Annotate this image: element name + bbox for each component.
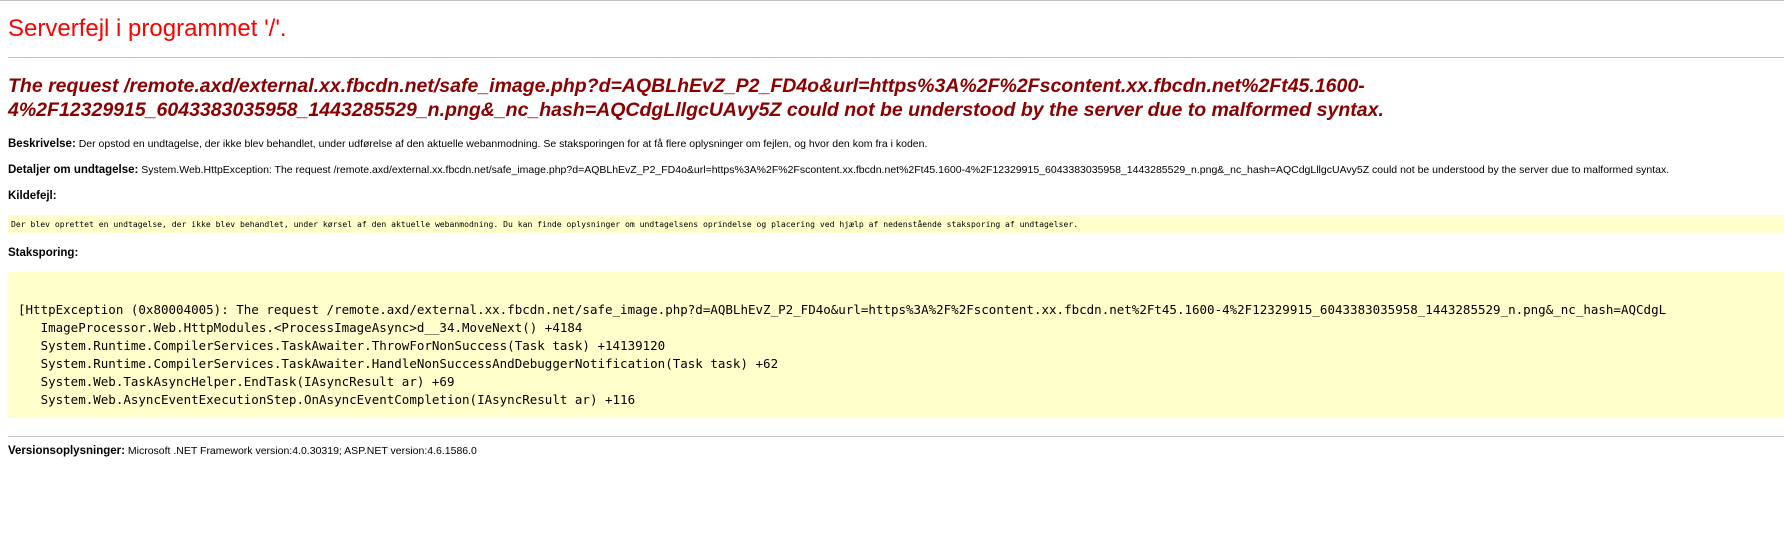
description-section: Beskrivelse: Der opstod en undtagelse, d… (8, 137, 927, 151)
exception-details-text: System.Web.HttpException: The request /r… (141, 164, 1670, 176)
stack-trace-box[interactable]: [HttpException (0x80004005): The request… (8, 272, 1784, 418)
stack-trace-line: System.Web.TaskAsyncHelper.EndTask(IAsyn… (18, 374, 455, 389)
version-info-text: Microsoft .NET Framework version:4.0.303… (127, 445, 477, 457)
exception-details-section: Detaljer om undtagelse: System.Web.HttpE… (8, 163, 1669, 177)
source-error-box: Der blev oprettet en undtagelse, der ikk… (8, 215, 1784, 233)
stack-trace-line: ImageProcessor.Web.HttpModules.<ProcessI… (18, 320, 583, 335)
footer-divider (8, 436, 1784, 437)
stack-trace-label: Staksporing: (8, 247, 79, 259)
version-info-section: Versionsoplysninger: Microsoft .NET Fram… (8, 444, 477, 458)
description-text: Der opstod en undtagelse, der ikke blev … (78, 138, 928, 150)
exception-details-label: Detaljer om undtagelse: (8, 164, 139, 176)
stack-trace-line: System.Web.AsyncEventExecutionStep.OnAsy… (18, 392, 636, 407)
version-info-label: Versionsoplysninger: (8, 445, 125, 457)
source-error-text: Der blev oprettet en undtagelse, der ikk… (11, 219, 1079, 229)
error-message: The request /remote.axd/external.xx.fbcd… (8, 75, 1384, 121)
stack-trace-line: [HttpException (0x80004005): The request… (18, 302, 1667, 317)
source-error-label: Kildefejl: (8, 190, 57, 202)
description-label: Beskrivelse: (8, 138, 76, 150)
stack-trace-line: System.Runtime.CompilerServices.TaskAwai… (18, 338, 666, 353)
title-divider (8, 57, 1784, 58)
stack-trace-line: System.Runtime.CompilerServices.TaskAwai… (18, 356, 779, 371)
top-divider (0, 0, 1784, 1)
page-title: Serverfejl i programmet '/'. (8, 15, 287, 42)
